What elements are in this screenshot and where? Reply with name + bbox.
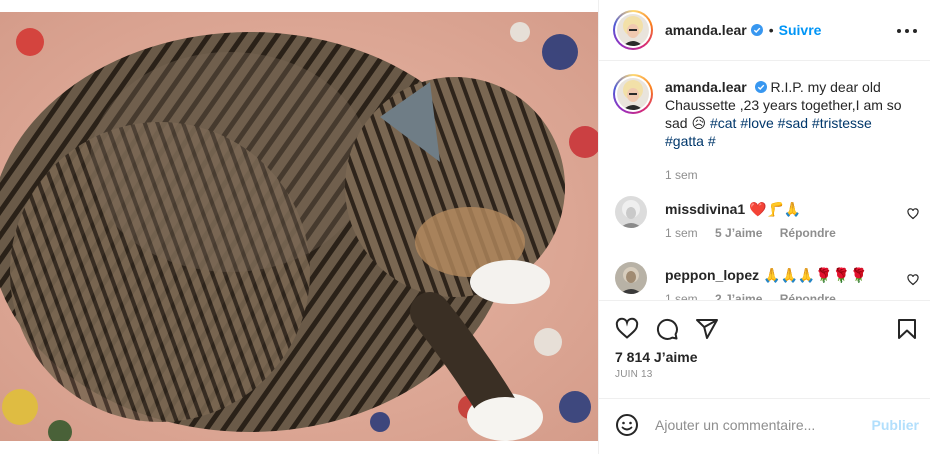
comment-username[interactable]: missdivina1 [665,201,745,217]
comment-likes[interactable]: 2 J’aime [715,292,762,300]
caption-text: amanda.lear R.I.P. my dear old Chaussett… [665,78,911,150]
more-options-icon[interactable] [897,22,917,40]
post-date: JUIN 13 [615,369,653,380]
comment-item: peppon_lopez 🙏🙏🙏🌹🌹🌹 1 sem 2 J’aime Répon… [613,262,930,300]
comment-username[interactable]: peppon_lopez [665,267,759,283]
caption-avatar-image [617,78,649,110]
emoji-icon[interactable] [615,413,639,437]
comment-likes[interactable]: 5 J’aime [715,226,762,240]
hashtag-gatta[interactable]: #gatta [665,133,704,149]
author-username[interactable]: amanda.lear [665,22,747,38]
publish-button[interactable]: Publier [872,417,919,433]
hashtag-cat[interactable]: #cat [710,115,736,131]
follow-button[interactable]: Suivre [779,22,822,38]
comment-icon[interactable] [655,317,679,341]
verified-badge-icon [754,81,767,93]
comment-meta: 1 sem 5 J’aime Répondre [665,226,836,240]
comment-time[interactable]: 1 sem [665,292,698,300]
comment-meta: 1 sem 2 J’aime Répondre [665,292,836,300]
comment-text: 🙏🙏🙏🌹🌹🌹 [763,267,868,283]
comment-time[interactable]: 1 sem [665,226,698,240]
comment-item: missdivina1 ❤️🦵🙏 1 sem 5 J’aime Répondre [613,196,930,256]
commenter-avatar[interactable] [615,262,647,294]
reply-button[interactable]: Répondre [780,226,836,240]
comment-like-icon[interactable] [907,274,919,286]
commenter-avatar[interactable] [615,196,647,228]
post-image[interactable] [0,12,598,441]
separator-dot: • [768,22,774,38]
caption-timestamp[interactable]: 1 sem [665,168,698,182]
comment-input[interactable] [655,415,865,435]
cat-photo [0,12,598,441]
hashtag-empty[interactable]: # [708,133,716,149]
post-details-panel: amanda.lear • Suivre amanda.lear R.I.P. … [598,0,930,454]
post-header: amanda.lear • Suivre [599,0,930,61]
hashtag-tristesse[interactable]: #tristesse [812,115,872,131]
likes-count[interactable]: 7 814 J’aime [615,349,698,365]
hashtag-love[interactable]: #love [740,115,773,131]
add-comment-bar: Publier [599,398,930,454]
verified-badge-icon [750,24,763,36]
author-avatar-image [617,14,649,46]
comment-body: peppon_lopez 🙏🙏🙏🌹🌹🌹 [665,266,895,284]
comment-text: ❤️🦵🙏 [749,201,802,217]
author-avatar[interactable] [613,10,653,50]
post-actions: 7 814 J’aime JUIN 13 [599,300,930,400]
hashtag-sad[interactable]: #sad [778,115,808,131]
share-icon[interactable] [695,317,719,341]
comment-body: missdivina1 ❤️🦵🙏 [665,200,895,218]
caption-avatar[interactable] [613,74,653,114]
caption-username[interactable]: amanda.lear [665,79,747,95]
comments-list[interactable]: amanda.lear R.I.P. my dear old Chaussett… [599,62,930,300]
save-bookmark-icon[interactable] [895,317,919,341]
like-heart-icon[interactable] [615,317,639,341]
reply-button[interactable]: Répondre [780,292,836,300]
comment-like-icon[interactable] [907,208,919,220]
